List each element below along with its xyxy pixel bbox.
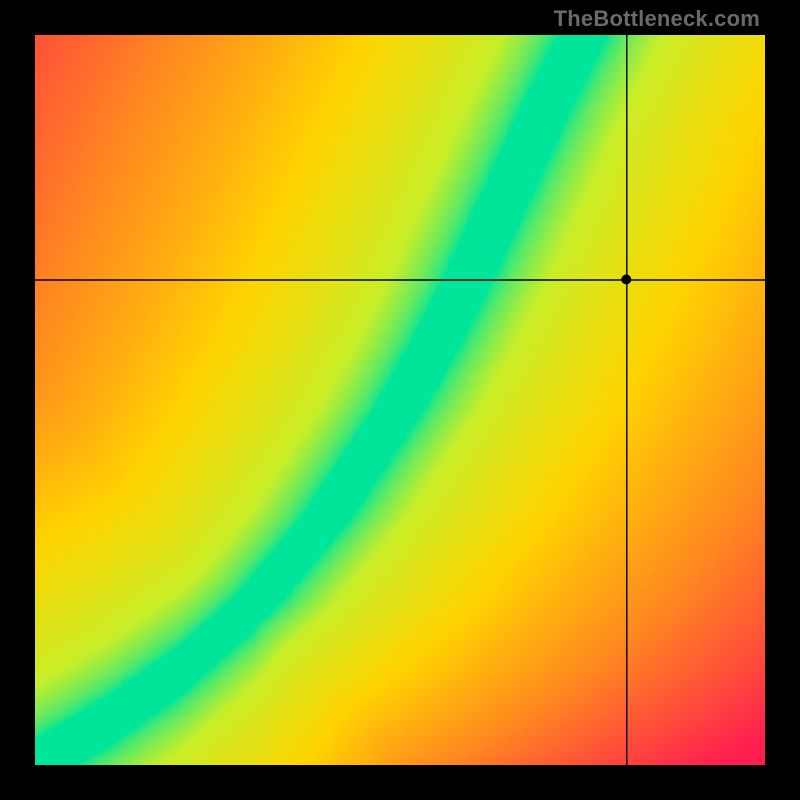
heatmap-canvas bbox=[35, 35, 765, 765]
chart-frame: TheBottleneck.com bbox=[0, 0, 800, 800]
heatmap-plot bbox=[35, 35, 765, 765]
watermark-text: TheBottleneck.com bbox=[554, 6, 760, 32]
